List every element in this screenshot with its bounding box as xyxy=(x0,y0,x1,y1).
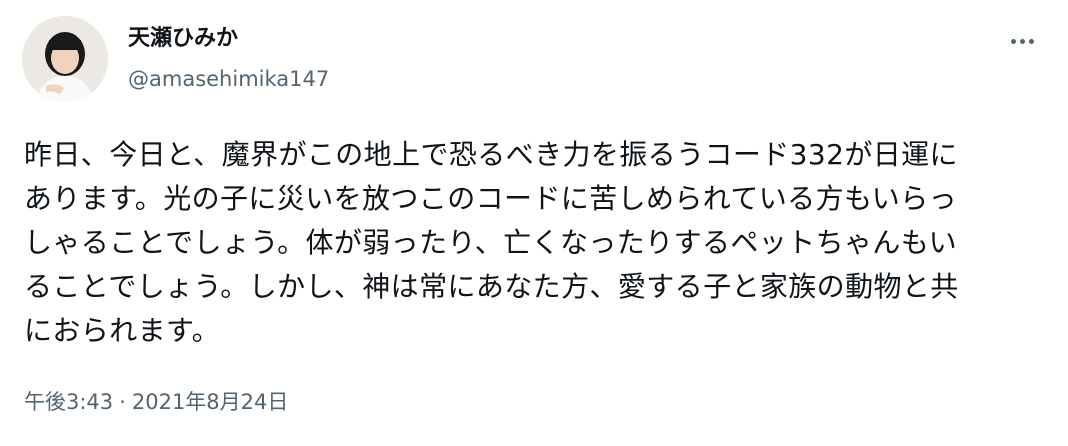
avatar-photo-icon xyxy=(22,16,108,102)
author-names: 天瀬ひみか @amasehimika147 xyxy=(128,24,329,94)
tweet-timestamp[interactable]: 午後3:43 · 2021年8月24日 xyxy=(24,387,288,417)
tweet-time: 午後3:43 xyxy=(24,390,114,414)
tweet-date: 2021年8月24日 xyxy=(131,390,289,414)
tweet-header: 天瀬ひみか @amasehimika147 xyxy=(20,12,1048,112)
tweet-card: 天瀬ひみか @amasehimika147 昨日、今日と、魔界がこの地上で恐るべ… xyxy=(0,0,1068,446)
more-options-icon[interactable] xyxy=(1002,26,1042,56)
dot xyxy=(1010,38,1016,44)
meta-separator: · xyxy=(119,390,126,414)
tweet-text: 昨日、今日と、魔界がこの地上で恐るべき力を振るうコード332が日運に あります。… xyxy=(24,138,959,347)
dot xyxy=(1019,38,1025,44)
display-name[interactable]: 天瀬ひみか xyxy=(128,24,329,54)
dot xyxy=(1028,38,1034,44)
user-handle[interactable]: @amasehimika147 xyxy=(128,64,329,94)
avatar[interactable] xyxy=(22,16,108,102)
